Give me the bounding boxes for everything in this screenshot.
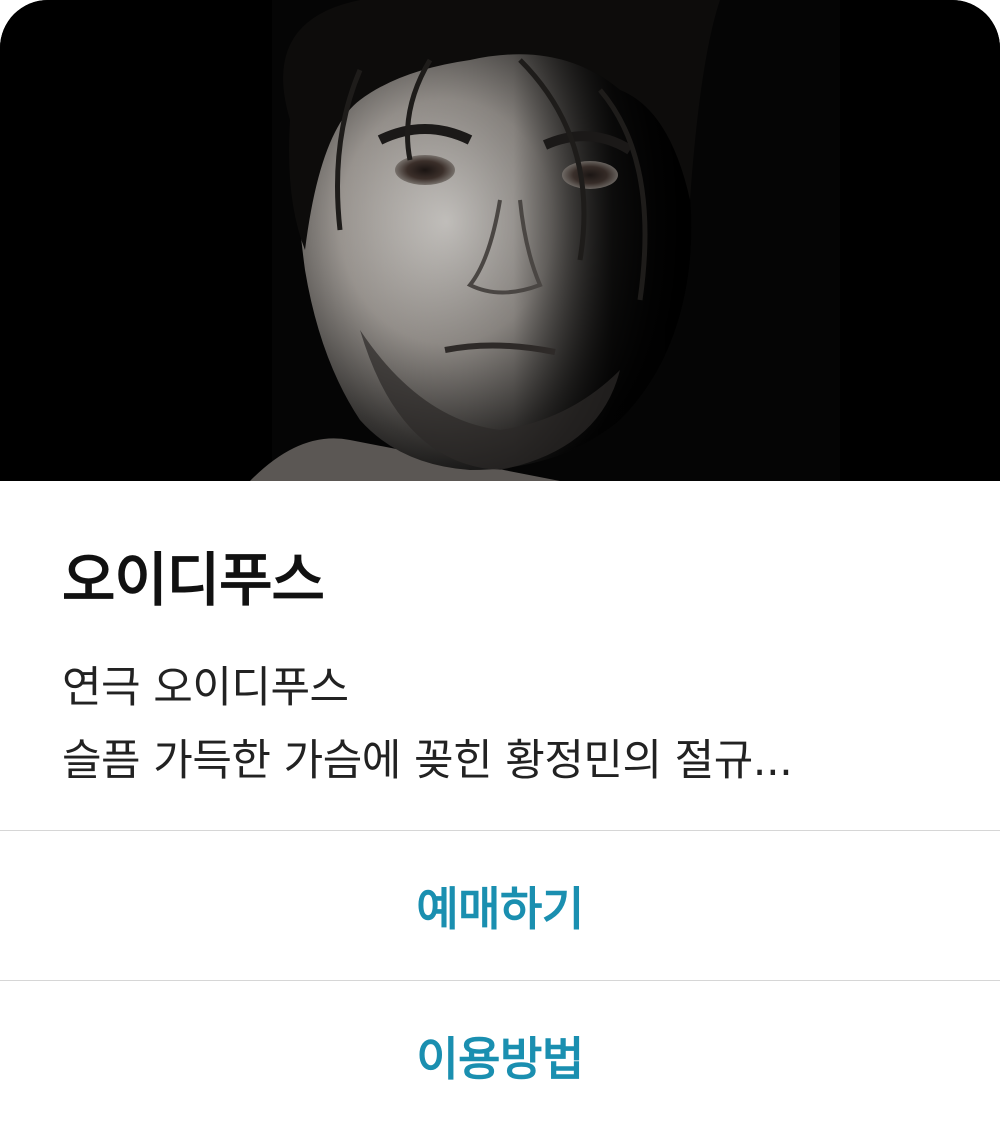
how-to-use-button[interactable]: 이용방법	[0, 981, 1000, 1130]
description-line-2: 슬픔 가득한 가슴에 꽂힌 황정민의 절규...	[62, 736, 793, 786]
card-body: 오이디푸스 연극 오이디푸스 슬픔 가득한 가슴에 꽂힌 황정민의 절규...	[0, 481, 1000, 830]
share-card: 오이디푸스 연극 오이디푸스 슬픔 가득한 가슴에 꽂힌 황정민의 절규... …	[0, 0, 1000, 1130]
poster-image[interactable]	[0, 0, 1000, 481]
description-line-1: 연극 오이디푸스	[62, 663, 349, 713]
show-title: 오이디푸스	[62, 546, 325, 614]
reserve-button[interactable]: 예매하기	[0, 831, 1000, 980]
poster-face-illustration	[0, 0, 1000, 481]
